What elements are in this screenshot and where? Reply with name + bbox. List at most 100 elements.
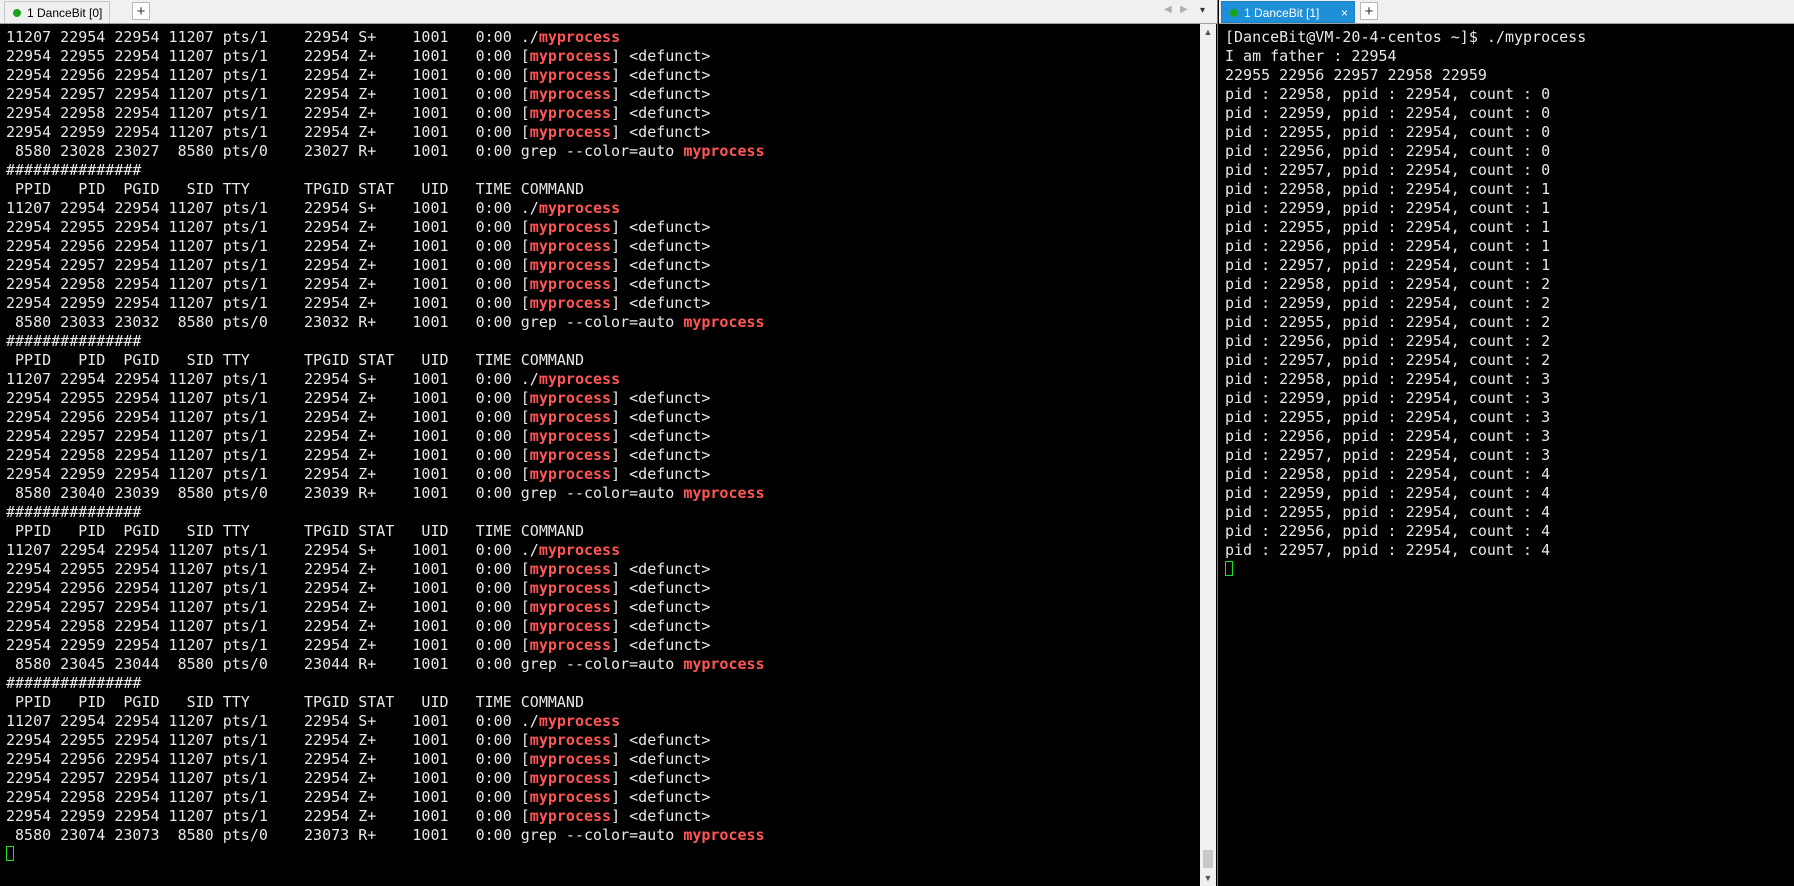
terminal-line: 8580 23040 23039 8580 pts/0 23039 R+ 100…: [6, 484, 765, 503]
line-text: 22954 22955 22954 11207 pts/1 22954 Z+ 1…: [6, 389, 530, 407]
highlighted-match: myprocess: [529, 47, 612, 65]
highlighted-match: myprocess: [529, 408, 612, 426]
highlighted-match: myprocess: [529, 104, 612, 122]
line-text: 11207 22954 22954 11207 pts/1 22954 S+ 1…: [6, 199, 539, 217]
highlighted-match: myprocess: [529, 788, 612, 806]
terminal-line: pid : 22955, ppid : 22954, count : 4: [1225, 503, 1551, 521]
session-tab-1[interactable]: 1 DanceBit [1] ×: [1221, 1, 1355, 23]
line-text: 22954 22956 22954 11207 pts/1 22954 Z+ 1…: [6, 579, 530, 597]
terminal-line: PPID PID PGID SID TTY TPGID STAT UID TIM…: [6, 180, 765, 199]
line-text: 22954 22959 22954 11207 pts/1 22954 Z+ 1…: [6, 636, 530, 654]
terminal-line: 22954 22958 22954 11207 pts/1 22954 Z+ 1…: [6, 104, 765, 123]
add-tab-button[interactable]: +: [1360, 2, 1378, 20]
left-tab-bar: 1 DanceBit [0] + ◀ ▶ ▾: [0, 0, 1217, 24]
line-text: ] <defunct>: [611, 389, 711, 407]
terminal-line: pid : 22956, ppid : 22954, count : 4: [1225, 522, 1551, 540]
line-text: 22954 22959 22954 11207 pts/1 22954 Z+ 1…: [6, 465, 530, 483]
line-text: 22954 22955 22954 11207 pts/1 22954 Z+ 1…: [6, 560, 530, 578]
terminal-line: 22954 22959 22954 11207 pts/1 22954 Z+ 1…: [6, 123, 765, 142]
line-text: ] <defunct>: [611, 408, 711, 426]
line-text: 22954 22959 22954 11207 pts/1 22954 Z+ 1…: [6, 807, 530, 825]
terminal-line: ###############: [6, 332, 765, 351]
line-text: 22954 22957 22954 11207 pts/1 22954 Z+ 1…: [6, 769, 530, 787]
terminal-cursor: [1225, 561, 1233, 576]
terminal-line: 22954 22956 22954 11207 pts/1 22954 Z+ 1…: [6, 579, 765, 598]
terminal-line: 22954 22959 22954 11207 pts/1 22954 Z+ 1…: [6, 636, 765, 655]
line-text: ###############: [6, 503, 142, 521]
prompt-line: [1225, 560, 1586, 579]
terminal-line: [DanceBit@VM-20-4-centos ~]$ ./myprocess: [1225, 28, 1587, 46]
add-tab-button[interactable]: +: [132, 2, 150, 20]
terminal-line: 22954 22957 22954 11207 pts/1 22954 Z+ 1…: [6, 85, 765, 104]
session-tab-0[interactable]: 1 DanceBit [0]: [4, 1, 110, 23]
highlighted-match: myprocess: [683, 655, 765, 673]
line-text: 22954 22955 22954 11207 pts/1 22954 Z+ 1…: [6, 47, 530, 65]
line-text: 11207 22954 22954 11207 pts/1 22954 S+ 1…: [6, 712, 539, 730]
session-tab-label: 1 DanceBit [1]: [1244, 6, 1320, 20]
terminal-line: pid : 22957, ppid : 22954, count : 2: [1225, 351, 1551, 369]
tab-list-menu-icon[interactable]: ▾: [1200, 5, 1205, 16]
terminal-line: PPID PID PGID SID TTY TPGID STAT UID TIM…: [6, 351, 765, 370]
line-text: ###############: [6, 332, 142, 350]
line-text: 11207 22954 22954 11207 pts/1 22954 S+ 1…: [6, 370, 539, 388]
close-tab-icon[interactable]: ×: [1341, 2, 1348, 24]
line-text: ] <defunct>: [611, 731, 711, 749]
connection-status-icon: [13, 9, 21, 17]
line-text: 22954 22957 22954 11207 pts/1 22954 Z+ 1…: [6, 598, 530, 616]
terminal-line: 22954 22955 22954 11207 pts/1 22954 Z+ 1…: [6, 560, 765, 579]
scroll-down-icon[interactable]: ▼: [1200, 870, 1216, 886]
line-text: PPID PID PGID SID TTY TPGID STAT UID TIM…: [6, 351, 584, 369]
line-text: 22954 22957 22954 11207 pts/1 22954 Z+ 1…: [6, 256, 530, 274]
line-text: ] <defunct>: [611, 617, 711, 635]
terminal-line: pid : 22957, ppid : 22954, count : 1: [1225, 256, 1551, 274]
terminal-output[interactable]: [DanceBit@VM-20-4-centos ~]$ ./myprocess…: [1225, 28, 1586, 579]
line-text: 22954 22956 22954 11207 pts/1 22954 Z+ 1…: [6, 750, 530, 768]
highlighted-match: myprocess: [529, 560, 612, 578]
terminal-scrollbar[interactable]: ▲ ▼: [1200, 24, 1216, 886]
right-terminal-pane[interactable]: 1 DanceBit [1] × + [DanceBit@VM-20-4-cen…: [1219, 0, 1794, 886]
terminal-line: 22954 22959 22954 11207 pts/1 22954 Z+ 1…: [6, 465, 765, 484]
terminal-line: 22954 22956 22954 11207 pts/1 22954 Z+ 1…: [6, 750, 765, 769]
line-text: ] <defunct>: [611, 769, 711, 787]
terminal-line: 22954 22957 22954 11207 pts/1 22954 Z+ 1…: [6, 598, 765, 617]
highlighted-match: myprocess: [529, 66, 612, 84]
highlighted-match: myprocess: [529, 389, 612, 407]
terminal-line: pid : 22956, ppid : 22954, count : 1: [1225, 237, 1551, 255]
highlighted-match: myprocess: [529, 807, 612, 825]
scrollbar-thumb[interactable]: [1203, 850, 1213, 868]
line-text: ] <defunct>: [611, 47, 711, 65]
highlighted-match: myprocess: [529, 636, 612, 654]
line-text: 22954 22958 22954 11207 pts/1 22954 Z+ 1…: [6, 617, 530, 635]
terminal-output[interactable]: 11207 22954 22954 11207 pts/1 22954 S+ 1…: [6, 28, 765, 864]
terminal-line: 22954 22957 22954 11207 pts/1 22954 Z+ 1…: [6, 769, 765, 788]
terminal-line: pid : 22959, ppid : 22954, count : 3: [1225, 389, 1551, 407]
line-text: 22954 22959 22954 11207 pts/1 22954 Z+ 1…: [6, 123, 530, 141]
line-text: ] <defunct>: [611, 427, 711, 445]
right-tab-bar: 1 DanceBit [1] × +: [1219, 0, 1794, 24]
line-text: 22954 22958 22954 11207 pts/1 22954 Z+ 1…: [6, 788, 530, 806]
line-text: 11207 22954 22954 11207 pts/1 22954 S+ 1…: [6, 541, 539, 559]
line-text: ] <defunct>: [611, 66, 711, 84]
terminal-line: 22954 22955 22954 11207 pts/1 22954 Z+ 1…: [6, 218, 765, 237]
line-text: 22954 22957 22954 11207 pts/1 22954 Z+ 1…: [6, 85, 530, 103]
left-terminal-pane[interactable]: 1 DanceBit [0] + ◀ ▶ ▾ 11207 22954 22954…: [0, 0, 1218, 886]
terminal-line: ###############: [6, 503, 765, 522]
highlighted-match: myprocess: [538, 712, 621, 730]
line-text: ] <defunct>: [611, 807, 711, 825]
line-text: ] <defunct>: [611, 256, 711, 274]
terminal-line: pid : 22958, ppid : 22954, count : 3: [1225, 370, 1551, 388]
line-text: ###############: [6, 674, 142, 692]
line-text: 8580 23045 23044 8580 pts/0 23044 R+ 100…: [6, 655, 684, 673]
scroll-up-icon[interactable]: ▲: [1200, 24, 1216, 40]
terminal-line: 22954 22959 22954 11207 pts/1 22954 Z+ 1…: [6, 294, 765, 313]
line-text: 22954 22958 22954 11207 pts/1 22954 Z+ 1…: [6, 446, 530, 464]
terminal-line: 22954 22955 22954 11207 pts/1 22954 Z+ 1…: [6, 47, 765, 66]
line-text: 8580 23033 23032 8580 pts/0 23032 R+ 100…: [6, 313, 684, 331]
tab-scroll-right-icon[interactable]: ▶: [1180, 4, 1188, 15]
terminal-line: 22954 22958 22954 11207 pts/1 22954 Z+ 1…: [6, 275, 765, 294]
prompt-line: [6, 845, 765, 864]
session-tab-label: 1 DanceBit [0]: [27, 6, 103, 20]
line-text: 22954 22956 22954 11207 pts/1 22954 Z+ 1…: [6, 66, 530, 84]
tab-scroll-left-icon[interactable]: ◀: [1164, 4, 1172, 15]
line-text: 8580 23074 23073 8580 pts/0 23073 R+ 100…: [6, 826, 684, 844]
